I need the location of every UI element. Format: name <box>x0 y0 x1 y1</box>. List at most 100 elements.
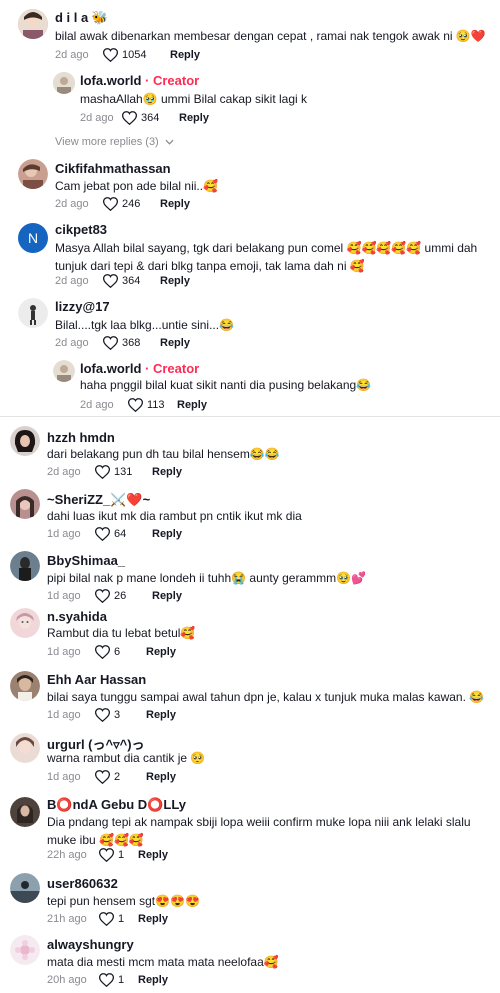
username[interactable]: Ehh Aar Hassan <box>47 672 146 687</box>
comment-text: Bilal....tgk laa blkg...untie sini...😂 <box>55 318 235 332</box>
username[interactable]: n.syahida <box>47 609 107 624</box>
username[interactable]: lofa.world · Creator <box>80 73 199 88</box>
comment-text: pipi bilal nak p mane londeh ii tuhh😭 au… <box>47 571 366 585</box>
avatar[interactable] <box>10 608 40 638</box>
comment-text: warna rambut dia cantik je 🥺 <box>47 751 206 765</box>
comment-item: alwayshungry mata dia mesti mcm mata mat… <box>0 932 500 992</box>
comment-text: tepi pun hensem sgt😍😍😍 <box>47 894 200 908</box>
comment-item: n.syahida Rambut dia tu lebat betul🥰 1d … <box>0 606 500 666</box>
heart-icon[interactable] <box>98 912 115 927</box>
username-text: lofa.world <box>80 361 142 376</box>
avatar[interactable] <box>53 72 75 94</box>
username[interactable]: alwayshungry <box>47 937 134 952</box>
comment-meta: 2d ago 364 Reply <box>55 274 190 289</box>
reply-button[interactable]: Reply <box>146 771 176 783</box>
username[interactable]: d i l a 🐝 <box>55 10 108 26</box>
avatar[interactable] <box>10 426 40 456</box>
like-count: 113 <box>147 399 165 411</box>
avatar[interactable]: N <box>18 223 48 253</box>
like-count: 1 <box>118 849 125 861</box>
comment-date: 1d ago <box>47 771 81 783</box>
reply-button[interactable]: Reply <box>160 275 190 287</box>
heart-icon[interactable] <box>94 465 111 480</box>
like-count: 64 <box>114 528 127 540</box>
like-count: 246 <box>122 198 141 210</box>
comment-item: lizzy@17 Bilal....tgk laa blkg...untie s… <box>0 295 500 355</box>
avatar[interactable] <box>10 797 40 827</box>
comment-meta: 1d ago 3 Reply <box>47 708 176 723</box>
heart-icon[interactable] <box>94 589 111 604</box>
comment-meta: 21h ago 1 Reply <box>47 912 168 927</box>
reply-button[interactable]: Reply <box>146 646 176 658</box>
comment-item: ~SheriZZ_⚔️❤️~ dahi luas ikut mk dia ram… <box>0 486 500 546</box>
reply-button[interactable]: Reply <box>152 528 182 540</box>
avatar[interactable] <box>10 935 40 965</box>
avatar[interactable] <box>18 159 48 189</box>
comment-text: mata dia mesti mcm mata mata neelofaa🥰 <box>47 955 279 969</box>
username[interactable]: B⭕ndA Gebu D⭕LLy <box>47 797 186 813</box>
like-count: 364 <box>122 275 141 287</box>
heart-icon[interactable] <box>98 848 115 863</box>
heart-icon[interactable] <box>102 274 119 289</box>
comment-text: dahi luas ikut mk dia rambut pn cntik ik… <box>47 509 302 523</box>
like-count: 131 <box>114 466 133 478</box>
heart-icon[interactable] <box>94 645 111 660</box>
username[interactable]: cikpet83 <box>55 222 107 237</box>
heart-icon[interactable] <box>102 48 119 63</box>
username[interactable]: BbyShimaa_ <box>47 553 125 568</box>
reply-button[interactable]: Reply <box>138 974 168 986</box>
comment-date: 2d ago <box>55 49 89 61</box>
reply-button[interactable]: Reply <box>170 49 200 61</box>
reply-button[interactable]: Reply <box>138 913 168 925</box>
username-text: lofa.world <box>80 73 142 88</box>
avatar[interactable] <box>10 733 40 763</box>
like-count: 1 <box>118 974 125 986</box>
comment-meta: 2d ago 131 Reply <box>47 465 182 480</box>
avatar[interactable] <box>53 360 75 382</box>
avatar[interactable] <box>18 298 48 328</box>
reply-button[interactable]: Reply <box>152 466 182 478</box>
username[interactable]: Cikfifahmathassan <box>55 161 171 176</box>
comment-text: Masya Allah bilal sayang, tgk dari belak… <box>55 241 478 273</box>
heart-icon[interactable] <box>102 336 119 351</box>
like-count: 1 <box>118 913 125 925</box>
reply-button[interactable]: Reply <box>146 709 176 721</box>
comment-date: 20h ago <box>47 974 87 986</box>
username[interactable]: ~SheriZZ_⚔️❤️~ <box>47 492 150 508</box>
heart-icon[interactable] <box>102 197 119 212</box>
username[interactable]: lizzy@17 <box>55 299 110 314</box>
username[interactable]: lofa.world · Creator <box>80 361 199 376</box>
username[interactable]: user860632 <box>47 876 118 891</box>
reply-button[interactable]: Reply <box>160 198 190 210</box>
heart-icon[interactable] <box>94 770 111 785</box>
heart-icon[interactable] <box>98 973 115 988</box>
heart-icon[interactable] <box>127 398 144 413</box>
reply-button[interactable]: Reply <box>160 337 190 349</box>
comment-text: Dia pndang tepi ak nampak sbiji lopa wei… <box>47 815 471 847</box>
view-more-replies-button[interactable]: View more replies (3) <box>55 136 174 148</box>
reply-button[interactable]: Reply <box>177 399 207 411</box>
avatar[interactable] <box>10 551 40 581</box>
like-count: 368 <box>122 337 141 349</box>
like-count: 364 <box>141 112 160 124</box>
heart-icon[interactable] <box>121 111 138 126</box>
avatar[interactable] <box>10 873 40 903</box>
heart-icon[interactable] <box>94 527 111 542</box>
comment-date: 22h ago <box>47 849 87 861</box>
comment-item: N cikpet83 Masya Allah bilal sayang, tgk… <box>0 218 500 293</box>
comment-text: haha pnggil bilal kuat sikit nanti dia p… <box>80 378 372 392</box>
separator-dot: · <box>145 73 153 88</box>
username[interactable]: hzzh hmdn <box>47 430 115 445</box>
comment-meta: 1d ago 26 Reply <box>47 589 182 604</box>
avatar[interactable] <box>10 671 40 701</box>
comment-text: bilai saya tunggu sampai awal tahun dpn … <box>47 690 485 704</box>
reply-button[interactable]: Reply <box>179 112 209 124</box>
reply-button[interactable]: Reply <box>152 590 182 602</box>
avatar[interactable] <box>18 9 48 39</box>
heart-icon[interactable] <box>94 708 111 723</box>
like-count: 1054 <box>122 49 147 61</box>
view-more-label: View more replies (3) <box>55 136 159 148</box>
reply-button[interactable]: Reply <box>138 849 168 861</box>
avatar[interactable] <box>10 489 40 519</box>
chevron-down-icon <box>165 136 174 148</box>
